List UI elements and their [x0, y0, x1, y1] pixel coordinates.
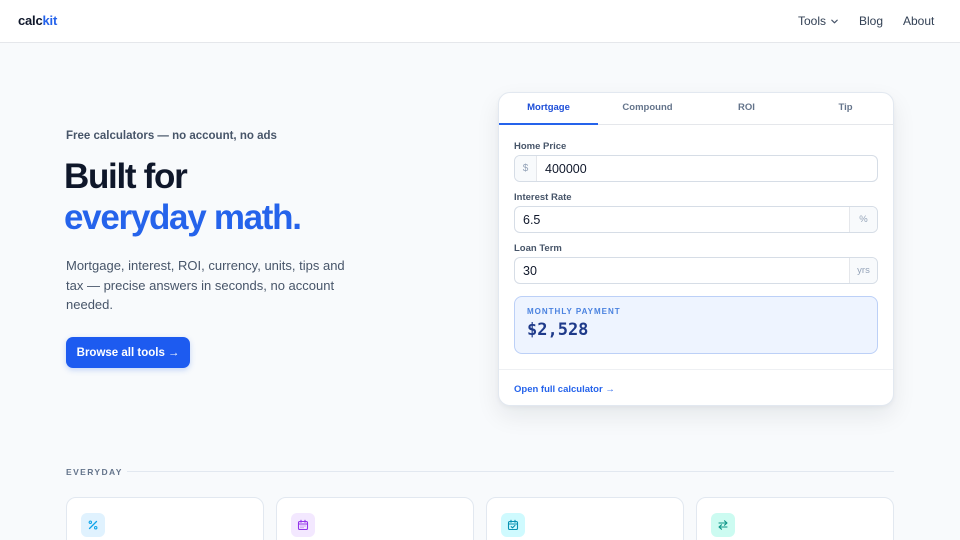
- home-price-label: Home Price: [514, 141, 567, 152]
- calendar-icon: [291, 513, 315, 537]
- tab-tip[interactable]: Tip: [796, 93, 893, 124]
- hero-title: Built for: [64, 157, 188, 196]
- brand-name-part2: kit: [42, 13, 58, 28]
- section-divider: [127, 471, 894, 472]
- monthly-payment-value: $2,528: [527, 320, 589, 340]
- tool-card-convert[interactable]: [696, 497, 894, 540]
- home-price-input[interactable]: 400000: [537, 162, 877, 176]
- browse-all-tools-label: Browse all tools: [76, 346, 165, 359]
- monthly-payment-label: MONTHLY PAYMENT: [527, 307, 621, 316]
- calculator-tabs: Mortgage Compound ROI Tip: [499, 93, 893, 125]
- calendar-check-icon: [501, 513, 525, 537]
- tab-roi[interactable]: ROI: [697, 93, 796, 124]
- loan-term-field[interactable]: 30 yrs: [514, 257, 878, 284]
- tool-card-percent[interactable]: [66, 497, 264, 540]
- browse-all-tools-button[interactable]: Browse all tools →: [66, 337, 190, 368]
- years-suffix: yrs: [849, 258, 877, 283]
- tool-card-calendar[interactable]: [276, 497, 474, 540]
- open-full-calculator-link[interactable]: Open full calculator →: [514, 384, 615, 395]
- percent-icon: [81, 513, 105, 537]
- hero-title-accent: everyday math.: [64, 198, 302, 237]
- calculator-card-footer: Open full calculator →: [499, 369, 893, 405]
- interest-rate-field[interactable]: 6.5 %: [514, 206, 878, 233]
- brand-logo[interactable]: calckit: [18, 13, 57, 28]
- interest-rate-input[interactable]: 6.5: [515, 213, 849, 227]
- arrow-right-icon: →: [167, 346, 180, 359]
- hero-eyebrow: Free calculators — no account, no ads: [66, 130, 277, 142]
- nav-tools-label: Tools: [798, 14, 827, 28]
- hero-description: Mortgage, interest, ROI, currency, units…: [66, 258, 345, 312]
- calculator-card: Mortgage Compound ROI Tip Home Price $ 4…: [498, 92, 894, 406]
- brand-name-part1: calc: [18, 13, 43, 28]
- loan-term-input[interactable]: 30: [515, 264, 849, 278]
- top-navbar: calckit Tools Blog About: [0, 0, 960, 43]
- tab-compound[interactable]: Compound: [598, 93, 697, 124]
- tool-card-date[interactable]: [486, 497, 684, 540]
- percent-suffix: %: [849, 207, 877, 232]
- nav-tools-menu[interactable]: Tools: [798, 14, 839, 28]
- interest-rate-label: Interest Rate: [514, 192, 572, 203]
- nav-about-link[interactable]: About: [903, 14, 934, 28]
- swap-arrows-icon: [711, 513, 735, 537]
- monthly-payment-result: MONTHLY PAYMENT $2,528: [514, 296, 878, 354]
- currency-prefix: $: [515, 156, 537, 181]
- section-label-everyday: EVERYDAY: [66, 467, 123, 477]
- home-price-field[interactable]: $ 400000: [514, 155, 878, 182]
- loan-term-label: Loan Term: [514, 243, 562, 254]
- nav-blog-link[interactable]: Blog: [859, 14, 883, 28]
- chevron-down-icon: [831, 19, 838, 23]
- tab-mortgage[interactable]: Mortgage: [499, 93, 598, 125]
